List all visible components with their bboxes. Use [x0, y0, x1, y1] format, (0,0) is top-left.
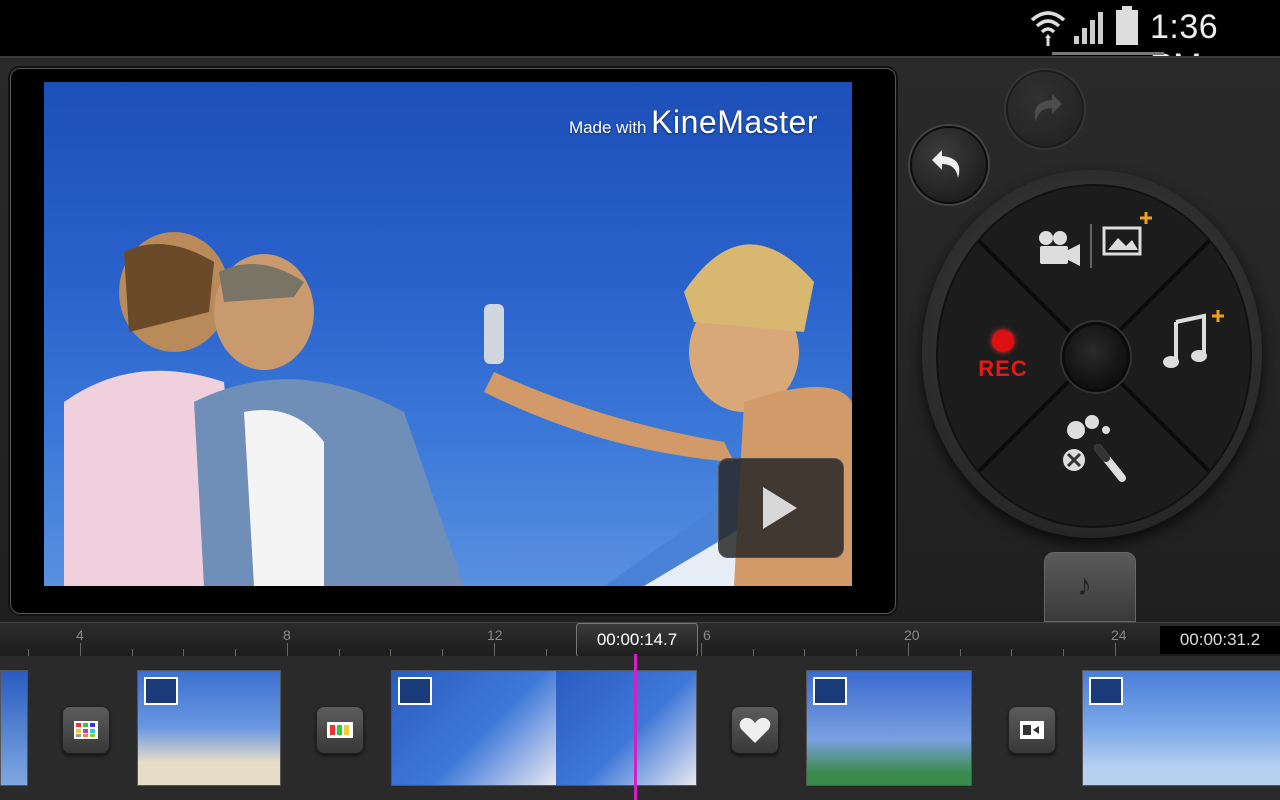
- frame-transition-icon: [1020, 721, 1044, 739]
- timeline-clip-3[interactable]: [391, 670, 697, 786]
- play-button[interactable]: [718, 458, 844, 558]
- music-note-icon: ♪: [1077, 569, 1092, 602]
- timeline-clip-4[interactable]: [806, 670, 972, 786]
- timeline-clip-2[interactable]: [137, 670, 281, 786]
- undo-icon: [932, 150, 960, 178]
- dial-center-button[interactable]: [1062, 322, 1130, 392]
- status-underline: [1052, 52, 1164, 55]
- image-badge-icon: [813, 677, 847, 705]
- battery-icon: [1116, 6, 1138, 45]
- status-bar: 1:36 PM: [0, 0, 1280, 85]
- watermark: Made with KineMaster: [569, 104, 818, 141]
- media-browser-button[interactable]: [1036, 212, 1156, 272]
- effects-wand-icon: [1063, 415, 1126, 482]
- color-grid-transition-icon: [74, 721, 98, 739]
- transition-button[interactable]: [62, 706, 110, 754]
- redo-button[interactable]: [1006, 70, 1084, 148]
- image-badge-icon: [144, 677, 178, 705]
- record-label: REC: [978, 356, 1028, 381]
- effects-button[interactable]: [1058, 412, 1134, 488]
- image-badge-icon: [1089, 677, 1123, 705]
- music-note-add-icon: [1163, 310, 1224, 368]
- wifi-icon: [1030, 11, 1066, 46]
- image-badge-icon: [398, 677, 432, 705]
- watermark-brand: KineMaster: [651, 104, 818, 140]
- ruler-tick: [700, 643, 702, 657]
- ruler-tick: [1114, 643, 1116, 657]
- ruler-label: 12: [487, 627, 503, 643]
- timeline-clip-5[interactable]: [1082, 670, 1280, 786]
- clip-thumbnail: [556, 671, 696, 785]
- total-time: 00:00:31.2: [1160, 626, 1280, 654]
- transition-button[interactable]: [731, 706, 779, 754]
- clip-thumbnail: [209, 671, 280, 785]
- current-time: 00:00:14.7: [576, 623, 698, 657]
- clip-thumbnail: [1247, 671, 1280, 785]
- film-transition-icon: [327, 722, 353, 738]
- ruler-tick: [286, 643, 288, 657]
- ruler-label: 4: [76, 627, 84, 643]
- ruler-label: 20: [904, 627, 920, 643]
- ruler-tick: [79, 643, 81, 657]
- undo-button[interactable]: [910, 126, 988, 204]
- record-dot-icon: [992, 330, 1014, 352]
- timeline-clip-1[interactable]: [0, 670, 28, 786]
- signal-icon: [1074, 12, 1103, 44]
- dial-media-divider: [1090, 224, 1092, 268]
- watermark-prefix: Made with: [568, 118, 647, 137]
- transition-button[interactable]: [316, 706, 364, 754]
- record-button[interactable]: REC: [978, 330, 1028, 386]
- ruler-tick: [493, 643, 495, 657]
- transition-button[interactable]: [1008, 706, 1056, 754]
- playhead[interactable]: [634, 654, 637, 800]
- ruler-tick: [907, 643, 909, 657]
- ruler-label: 6: [703, 627, 711, 643]
- divider: [0, 56, 1280, 58]
- ruler-label: 8: [283, 627, 291, 643]
- heart-transition-icon: [739, 717, 771, 743]
- music-tab[interactable]: ♪: [1044, 552, 1136, 622]
- add-audio-button[interactable]: [1160, 308, 1230, 372]
- play-icon: [763, 487, 797, 529]
- redo-icon: [1034, 94, 1062, 122]
- image-add-icon: [1102, 212, 1152, 256]
- clip-thumbnail: [889, 671, 971, 785]
- ruler-label: 24: [1111, 627, 1127, 643]
- video-camera-icon: [1039, 231, 1080, 266]
